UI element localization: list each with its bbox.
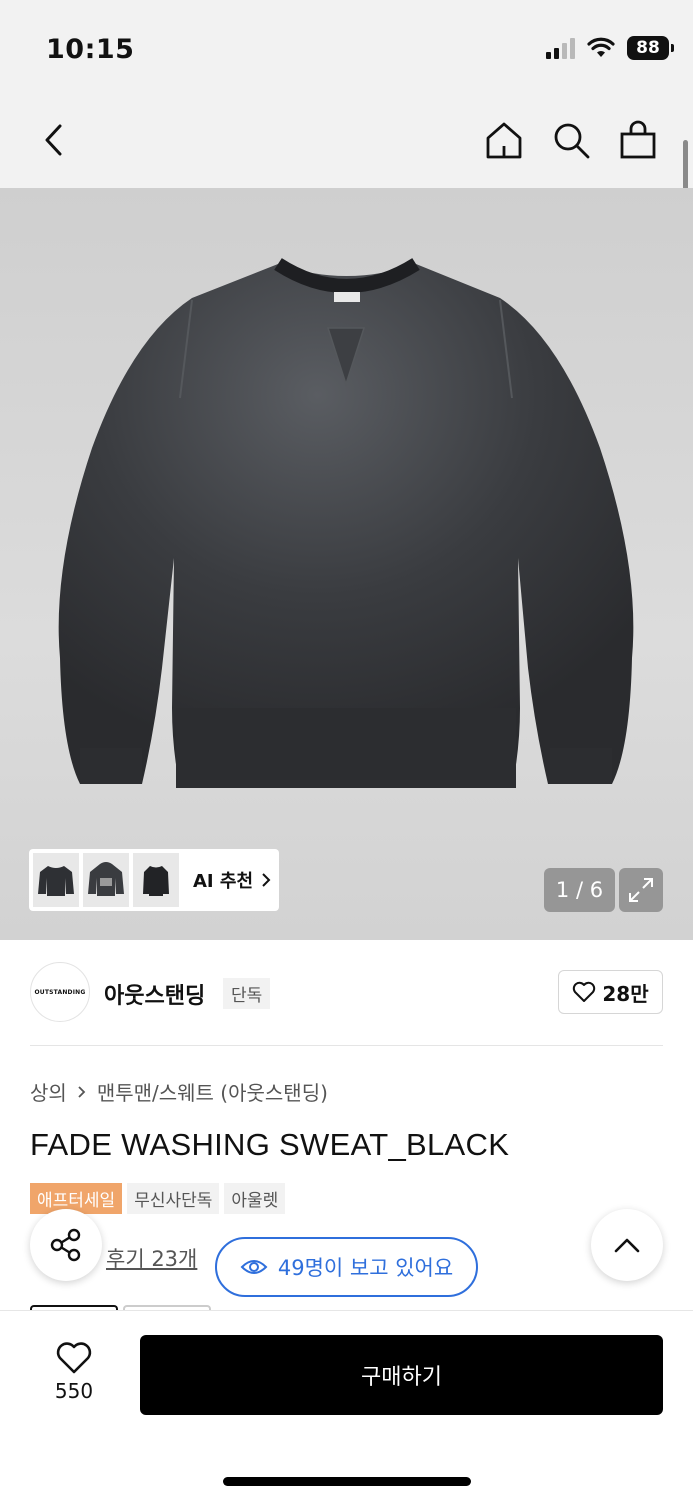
expand-icon <box>629 878 653 902</box>
scroll-top-button[interactable] <box>591 1209 663 1281</box>
status-bar: 10:15 88 <box>0 0 693 92</box>
thumbnail-strip[interactable]: AI 추천 <box>29 849 279 911</box>
brand-row: OUTSTANDING 아웃스탠딩 단독 28만 <box>30 962 663 1024</box>
chevron-left-icon <box>45 124 62 156</box>
brand-like-button[interactable]: 28만 <box>558 970 663 1014</box>
signal-icon <box>546 37 575 59</box>
breadcrumb-category[interactable]: 상의 <box>30 1077 67 1106</box>
exclusive-badge: 단독 <box>223 978 271 1009</box>
wifi-icon <box>587 37 615 57</box>
brand-logo[interactable]: OUTSTANDING <box>30 962 90 1022</box>
status-icons: 88 <box>546 36 674 60</box>
wishlist-count: 550 <box>54 1379 94 1403</box>
thumbnail-3[interactable] <box>133 853 179 907</box>
thumbnail-1[interactable] <box>33 853 79 907</box>
breadcrumb: 상의 맨투맨/스웨트 (아웃스탠딩) <box>30 1077 328 1106</box>
home-icon <box>486 122 522 159</box>
product-image[interactable] <box>0 188 693 940</box>
brand-name[interactable]: 아웃스탠딩 <box>104 978 205 1010</box>
search-button[interactable] <box>547 116 595 164</box>
heart-icon <box>573 981 596 1002</box>
sale-tag: 애프터세일 <box>30 1183 123 1214</box>
review-link[interactable]: 후기 23개 <box>106 1243 197 1273</box>
chevron-right-icon <box>78 1085 86 1098</box>
search-icon <box>554 123 590 159</box>
hoodie-thumb-icon <box>88 862 124 896</box>
home-indicator <box>223 1477 471 1486</box>
ai-recommend-link[interactable]: AI 추천 <box>193 867 271 893</box>
brand-like-count: 28만 <box>602 981 649 1006</box>
back-button[interactable] <box>30 116 78 164</box>
shopping-bag-icon <box>620 120 656 159</box>
thumbnail-2[interactable] <box>83 853 129 907</box>
product-title: FADE WASHING SWEAT_BLACK <box>30 1127 510 1162</box>
viewers-badge[interactable]: 49명이 보고 있어요 <box>215 1237 478 1297</box>
divider <box>30 1045 663 1046</box>
bottom-purchase-bar: 550 구매하기 <box>0 1310 693 1500</box>
chevron-up-icon <box>614 1238 640 1253</box>
outlet-tag: 아울렛 <box>224 1183 286 1214</box>
home-button[interactable] <box>480 116 528 164</box>
breadcrumb-subcategory[interactable]: 맨투맨/스웨트 (아웃스탠딩) <box>97 1077 328 1106</box>
top-nav <box>0 92 693 188</box>
review-row: 후기 23개 49명이 보고 있어요 <box>30 1209 663 1297</box>
cart-button[interactable] <box>614 116 662 164</box>
sweatshirt-thumb-icon <box>143 866 169 896</box>
exclusive-tag: 무신사단독 <box>127 1183 220 1214</box>
battery-icon: 88 <box>627 36 674 60</box>
status-time: 10:15 <box>46 34 135 65</box>
chevron-right-icon <box>262 873 271 887</box>
eye-icon <box>240 1260 268 1274</box>
wishlist-button[interactable]: 550 <box>30 1341 118 1403</box>
sweatshirt-thumb-icon <box>38 866 74 896</box>
share-icon <box>50 1228 81 1262</box>
heart-icon <box>56 1342 92 1374</box>
image-page-counter: 1 / 6 <box>544 868 615 912</box>
sweatshirt-image <box>58 258 634 788</box>
ai-recommend-label: AI 추천 <box>193 871 254 892</box>
expand-image-button[interactable] <box>619 868 663 912</box>
share-button[interactable] <box>30 1209 102 1281</box>
viewers-label: 49명이 보고 있어요 <box>277 1256 454 1280</box>
buy-button[interactable]: 구매하기 <box>140 1335 663 1415</box>
